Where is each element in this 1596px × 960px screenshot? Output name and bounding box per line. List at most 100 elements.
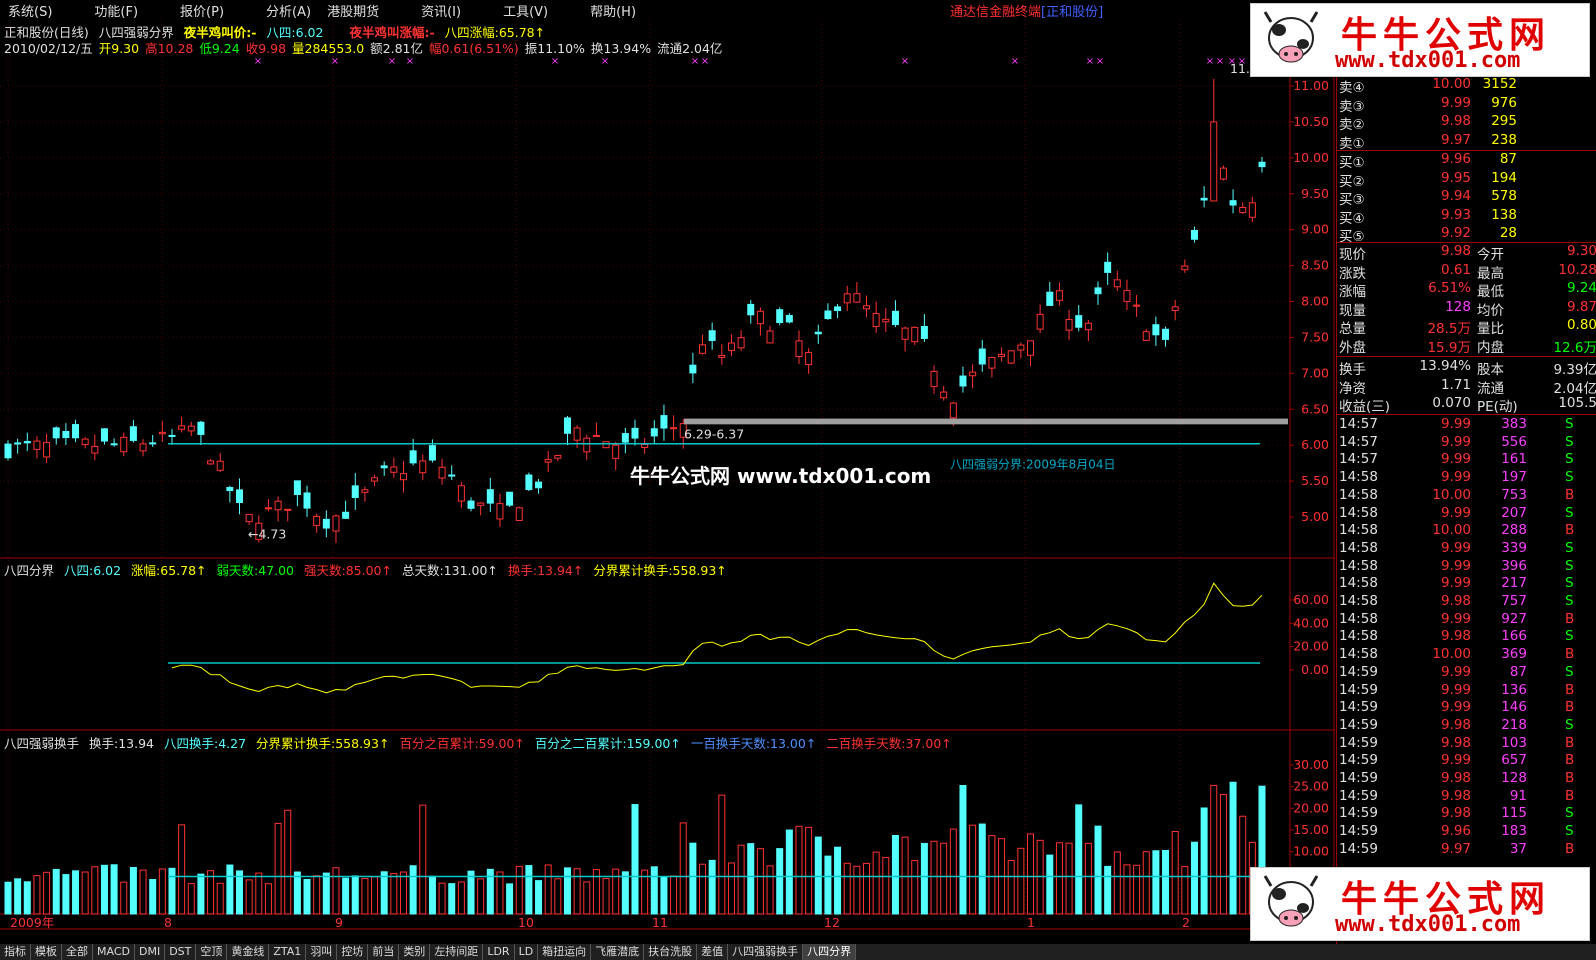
sell-volume: 295	[1491, 113, 1517, 130]
tab-17[interactable]: 飞雁潜底	[591, 944, 645, 960]
cow-logo-icon	[1263, 11, 1319, 63]
candle-body	[882, 318, 890, 323]
tick-row: 14:58 10.00 369 B	[1337, 646, 1596, 664]
candle-body	[1258, 161, 1266, 168]
menu-system[interactable]: 系统(S)	[0, 1, 60, 20]
menu-function[interactable]: 功能(F)	[86, 1, 146, 20]
turnover-bar	[911, 860, 919, 915]
candle-body	[419, 460, 427, 474]
tick-volume: 217	[1501, 575, 1527, 592]
candle-body	[1046, 291, 1054, 306]
sub1-ba-si: 八四:6.02	[64, 563, 122, 578]
menu-hk-futures[interactable]: 港股期货	[319, 1, 387, 20]
quote-label: 涨跌	[1339, 265, 1366, 282]
y-tick-label: 20.00	[1293, 800, 1329, 815]
tab-12[interactable]: 类别	[399, 944, 431, 960]
quote-value: 6.51%	[1428, 280, 1471, 297]
tick-row: 14:58 9.99 396 S	[1337, 558, 1596, 576]
quote-label: 涨幅	[1339, 284, 1366, 301]
tab-2[interactable]: 全部	[62, 944, 93, 960]
signal-marker: ×	[1086, 56, 1094, 67]
tick-price: 9.99	[1440, 504, 1471, 521]
candle-body	[1239, 206, 1247, 213]
tick-price: 9.98	[1440, 716, 1471, 733]
menu-help[interactable]: 帮助(H)	[582, 1, 644, 20]
turnover-bar	[100, 864, 108, 915]
turnover-bar	[380, 871, 388, 915]
tab-9[interactable]: 羽叫	[306, 944, 338, 960]
tick-row: 14:58 9.99 207 S	[1337, 505, 1596, 523]
turnover-bar	[699, 863, 707, 915]
sub1-turnover: 换手:13.94↑	[507, 563, 584, 578]
quote-label: 今开	[1477, 247, 1504, 263]
candle-body	[621, 433, 629, 443]
tick-time: 14:59	[1339, 823, 1378, 840]
candle-body	[226, 487, 234, 492]
tick-side: S	[1565, 416, 1574, 432]
menu-tools[interactable]: 工具(V)	[495, 1, 556, 20]
tab-10[interactable]: 控坊	[337, 944, 369, 960]
candle-body	[303, 492, 311, 509]
tick-volume: 657	[1501, 752, 1527, 769]
tab-18[interactable]: 扶台洗股	[644, 944, 698, 960]
x-axis-label: 12	[824, 915, 840, 930]
tab-16[interactable]: 箱扭运向	[538, 944, 592, 960]
divider-label: 八四强弱分界:2009年8月04日	[950, 458, 1116, 472]
brand-name: 通达信金融终端	[950, 5, 1042, 20]
candle-body	[110, 443, 118, 446]
candle-body	[573, 427, 581, 441]
candle-body	[563, 417, 571, 434]
fund-value: 105.5	[1558, 395, 1596, 412]
turnover-bar	[573, 868, 581, 915]
menu-analysis[interactable]: 分析(A)	[258, 1, 319, 20]
tab-8[interactable]: ZTA1	[269, 944, 307, 960]
tab-13[interactable]: 左持间距	[430, 944, 484, 960]
tab-1[interactable]: 模板	[31, 944, 62, 960]
tab-14[interactable]: LDR	[483, 944, 515, 960]
tab-15[interactable]: LD	[515, 944, 539, 960]
buy-row: 买⑤ 9.92 28	[1337, 225, 1596, 245]
tick-price: 9.99	[1440, 557, 1471, 574]
menu-quote[interactable]: 报价(P)	[172, 1, 232, 20]
signal-marker: ×	[1228, 56, 1236, 67]
candle-body	[949, 402, 957, 419]
tab-11[interactable]: 前当	[368, 944, 400, 960]
tick-price: 9.99	[1440, 681, 1471, 698]
tick-volume: 136	[1501, 681, 1527, 698]
candle-body	[457, 485, 465, 502]
turnover-bar	[872, 851, 880, 915]
turnover-bar	[901, 836, 909, 915]
quote-value: 28.5万	[1427, 321, 1471, 338]
candle-body	[158, 431, 166, 435]
tab-5[interactable]: DST	[165, 944, 197, 960]
tab-3[interactable]: MACD	[93, 944, 135, 960]
tab-7[interactable]: 黄金线	[227, 944, 270, 960]
tick-volume: 128	[1501, 770, 1527, 786]
tick-side: B	[1565, 840, 1575, 857]
buy-price: 9.94	[1440, 188, 1471, 205]
menu-news[interactable]: 资讯(I)	[413, 1, 469, 20]
turnover-bar	[969, 824, 977, 915]
tick-price: 9.98	[1440, 805, 1471, 822]
tick-time: 14:59	[1339, 752, 1378, 769]
candle-body	[1248, 202, 1256, 218]
quote-value: 10.28	[1558, 261, 1596, 278]
x-axis-label: 2	[1182, 915, 1190, 930]
turnover-bar	[1171, 830, 1179, 915]
tick-row: 14:59 9.97 37 B	[1337, 841, 1596, 859]
sub2-pct200: 百分之二百累计:159.00↑	[534, 736, 681, 751]
candle-body	[920, 325, 928, 339]
candle-body	[1190, 229, 1198, 240]
tab-20[interactable]: 八四强弱换手	[728, 944, 804, 960]
tab-0[interactable]: 指标	[0, 944, 31, 960]
tick-price: 10.00	[1432, 522, 1471, 539]
buy-label: 买③	[1339, 192, 1365, 209]
tab-6[interactable]: 空顶	[196, 944, 228, 960]
tab-19[interactable]: 差值	[697, 944, 729, 960]
tab-4[interactable]: DMI	[135, 944, 166, 960]
candle-body	[641, 443, 649, 448]
tab-21[interactable]: 八四分界	[803, 944, 857, 960]
tick-side: S	[1565, 663, 1574, 680]
tick-price: 9.99	[1440, 451, 1471, 468]
tick-side: S	[1565, 469, 1574, 486]
